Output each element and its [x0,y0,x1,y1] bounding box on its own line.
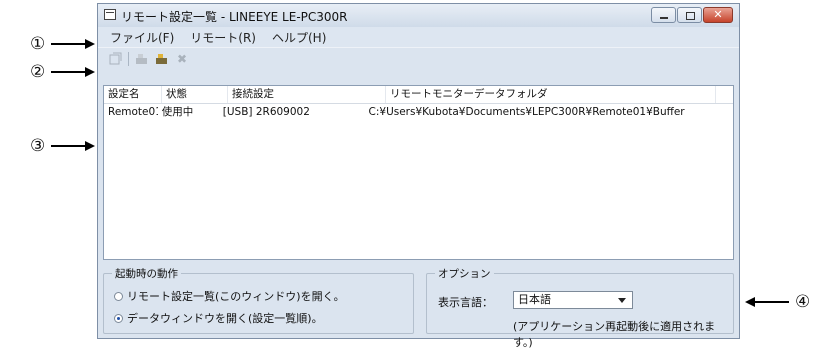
menu-bar: ファイル(F) リモート(R) ヘルプ(H) [98,27,739,47]
delete-icon[interactable]: ✖ [175,52,189,66]
title-bar[interactable]: リモート設定一覧 - LINEEYE LE-PC300R ✕ [98,4,739,27]
maximize-button[interactable] [677,7,702,23]
callout-3: ③ [30,136,96,156]
window-title: リモート設定一覧 - LINEEYE LE-PC300R [121,10,348,24]
cell-name: Remote01 [108,106,158,118]
callout-2: ② [30,62,96,82]
startup-option-list-window[interactable]: リモート設定一覧(このウィンドウ)を開く。 [114,288,345,304]
column-header-folder[interactable]: リモートモニターデータフォルダ [386,86,716,103]
toolbar-separator [128,52,129,66]
cell-status: 使用中 [161,106,194,118]
remote-settings-list[interactable]: 設定名 状態 接続設定 リモートモニターデータフォルダ Remote01 使用中… [103,85,734,260]
column-header-status[interactable]: 状態 [162,86,228,103]
radio-button-selected[interactable] [114,313,123,323]
close-button[interactable]: ✕ [703,7,733,23]
cell-connection: [USB] 2R609002 [222,106,310,118]
settings-panel: 起動時の動作 リモート設定一覧(このウィンドウ)を開く。 データウィンドウを開く… [98,260,739,349]
column-header-name[interactable]: 設定名 [104,86,162,103]
startup-option-data-window[interactable]: データウィンドウを開く(設定一覧順)。 [114,310,323,326]
menu-remote[interactable]: リモート(R) [190,29,256,46]
app-window: リモート設定一覧 - LINEEYE LE-PC300R ✕ ファイル(F) リ… [97,3,740,349]
arrow-right-icon [51,67,96,77]
language-select[interactable]: 日本語 [513,291,633,309]
menu-help[interactable]: ヘルプ(H) [272,29,326,46]
edit-settings-icon[interactable] [108,52,122,66]
radio-label: リモート設定一覧(このウィンドウ)を開く。 [127,290,345,303]
restart-note: (アプリケーション再起動後に適用されます。) [513,320,716,349]
language-label: 表示言語： [438,296,493,309]
options-group: オプション 表示言語： 日本語 (アプリケーション再起動後に適用されます。) [426,266,734,349]
startup-group: 起動時の動作 リモート設定一覧(このウィンドウ)を開く。 データウィンドウを開く… [103,266,414,334]
arrow-right-icon [51,141,96,151]
language-value: 日本語 [518,293,551,306]
callout-number: ① [30,34,46,54]
add-remote-icon[interactable] [135,52,149,66]
callout-number: ③ [30,136,46,156]
arrow-left-icon [745,297,789,307]
radio-label: データウィンドウを開く(設定一覧順)。 [127,312,323,325]
minimize-button[interactable] [651,7,676,23]
close-icon: ✕ [713,8,723,21]
column-header-connection[interactable]: 接続設定 [228,86,386,103]
startup-group-title: 起動時の動作 [112,266,181,281]
cell-folder: C:¥Users¥Kubota¥Documents¥LEPC300R¥Remot… [368,106,685,118]
menu-file[interactable]: ファイル(F) [110,29,174,46]
window-controls: ✕ [650,7,733,23]
connect-remote-icon[interactable] [155,52,169,66]
chevron-down-icon [618,298,626,303]
table-row[interactable]: Remote01 使用中 [USB] 2R609002 C:¥Users¥Kub… [104,104,733,121]
arrow-right-icon [51,39,96,49]
toolbar: ✖ [98,47,739,70]
callout-1: ① [30,34,96,54]
callout-number: ④ [795,292,811,312]
options-group-title: オプション [435,266,494,281]
minimize-icon [660,17,668,19]
maximize-icon [686,12,695,20]
list-header: 設定名 状態 接続設定 リモートモニターデータフォルダ [104,86,733,104]
app-window-icon [104,9,116,20]
callout-number: ② [30,62,46,82]
radio-button[interactable] [114,291,123,301]
callout-4: ④ [745,292,811,312]
